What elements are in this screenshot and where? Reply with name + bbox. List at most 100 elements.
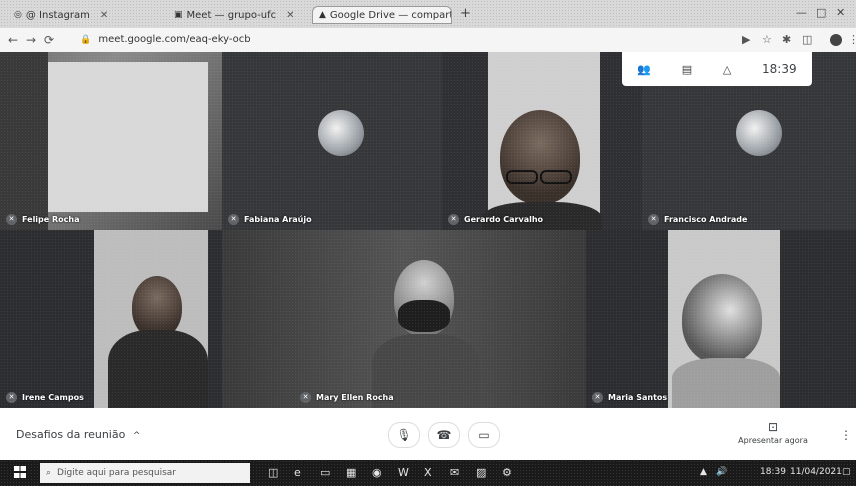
extension-icon-2[interactable]: ◫	[802, 33, 812, 46]
browser-tab-bar: ◎ @ Instagram ✕ ▣ Meet — grupo-ufc ✕ ▲ G…	[0, 0, 856, 28]
activities-icon[interactable]: △	[723, 63, 731, 76]
taskbar-search[interactable]: ⌕ Digite aqui para pesquisar	[40, 463, 250, 483]
notification-icon[interactable]: ▢	[842, 467, 851, 477]
participant-face	[682, 274, 762, 364]
mic-off-icon: ✕	[448, 214, 459, 225]
taskbar-time: 18:39	[760, 467, 786, 477]
drive-icon: ▲	[319, 10, 326, 20]
mic-off-icon: ✕	[648, 214, 659, 225]
profile-avatar[interactable]	[830, 34, 842, 46]
extension-icon[interactable]: ✱	[782, 33, 791, 46]
forward-icon[interactable]: →	[26, 33, 36, 47]
file-explorer-icon[interactable]: ▭	[320, 466, 330, 479]
close-icon[interactable]: ✕	[100, 10, 108, 21]
camera-permission-icon[interactable]: ▶	[742, 33, 750, 46]
address-bar: ← → ⟳ 🔒 meet.google.com/eaq-eky-ocb ▶ ☆ …	[0, 28, 856, 53]
store-icon[interactable]: ▦	[346, 466, 356, 479]
instagram-icon: ◎	[14, 10, 22, 20]
participant-name: Mary Ellen Rocha	[316, 393, 394, 402]
video-feed-shade	[0, 52, 48, 230]
present-now-label: Apresentar agora	[738, 436, 808, 445]
word-icon[interactable]: W	[398, 466, 409, 479]
mail-icon[interactable]: ✉	[450, 466, 459, 479]
search-placeholder: Digite aqui para pesquisar	[57, 468, 176, 478]
browser-tab-1[interactable]: ◎ @ Instagram ✕	[8, 6, 158, 24]
task-view-icon[interactable]: ◫	[268, 466, 278, 479]
participant-face	[132, 276, 182, 338]
present-now-button[interactable]: ⊡ Apresentar agora	[738, 420, 808, 445]
mic-off-icon: ✕	[592, 392, 603, 403]
mic-off-icon: ✕	[300, 392, 311, 403]
volume-icon[interactable]: 🔊	[716, 467, 727, 477]
star-icon[interactable]: ☆	[762, 33, 772, 46]
participant-body	[108, 330, 208, 408]
chat-icon[interactable]: ▤	[682, 63, 692, 76]
network-icon[interactable]: ▲	[700, 467, 707, 477]
meeting-clock: 18:39	[762, 62, 797, 76]
browser-tab-2[interactable]: ▣ Meet — grupo-ufc ✕	[168, 6, 308, 24]
mic-off-icon: ✕	[6, 392, 17, 403]
url-text: meet.google.com/eaq-eky-ocb	[98, 34, 251, 45]
participant-tile[interactable]: ✕ Gerardo Carvalho	[442, 52, 642, 230]
present-screen-icon: ⊡	[767, 420, 779, 434]
windows-start-icon[interactable]	[14, 466, 26, 478]
browser-tab-label: Google Drive — compartilhado	[329, 9, 451, 21]
meeting-stage: ✕ Felipe Rocha ✕ Fabiana Araújo ✕ Gerard…	[0, 52, 856, 408]
participant-avatar	[736, 110, 782, 156]
glasses	[540, 170, 572, 184]
meeting-controls: Desafios da reunião ^ 🎙 ☎ ▭ ⊡ Apresentar…	[0, 408, 856, 461]
mic-icon: 🎙	[396, 428, 412, 442]
meeting-info-panel: 👥 ▤ △ 18:39	[622, 52, 812, 86]
close-icon[interactable]: ✕	[286, 10, 294, 21]
camera-icon: ▭	[478, 428, 490, 442]
participant-tile[interactable]: ✕ Irene Campos	[0, 230, 222, 408]
participant-name: Irene Campos	[22, 393, 84, 402]
whiteboard-image	[48, 62, 208, 212]
face-mask	[398, 300, 450, 332]
participant-tile[interactable]: ✕ Mary Ellen Rocha	[222, 230, 586, 408]
browser-tab-3[interactable]: ▲ Google Drive — compartilhado ✕	[312, 6, 452, 24]
edge-icon[interactable]: e	[294, 466, 301, 479]
chevron-up-icon: ^	[132, 431, 141, 441]
url-field[interactable]: 🔒 meet.google.com/eaq-eky-ocb	[80, 32, 251, 48]
settings-icon[interactable]: ⚙	[502, 466, 512, 479]
mic-off-icon: ✕	[228, 214, 239, 225]
excel-icon[interactable]: X	[424, 466, 432, 479]
camera-button[interactable]: ▭	[468, 422, 500, 448]
leave-call-button[interactable]: ☎	[428, 422, 460, 448]
hang-up-icon: ☎	[436, 428, 452, 442]
new-tab-button[interactable]: +	[460, 6, 471, 21]
participant-name: Francisco Andrade	[664, 215, 748, 224]
glasses	[506, 170, 538, 184]
close-window-icon[interactable]: ✕	[836, 6, 845, 19]
mic-off-icon: ✕	[6, 214, 17, 225]
meeting-details-button[interactable]: Desafios da reunião ^	[16, 428, 140, 441]
mic-button[interactable]: 🎙	[388, 422, 420, 448]
maximize-icon[interactable]: □	[816, 6, 826, 19]
participant-name: Felipe Rocha	[22, 215, 80, 224]
chrome-icon[interactable]: ◉	[372, 466, 382, 479]
participant-tile[interactable]: ✕ Fabiana Araújo	[222, 52, 442, 230]
menu-icon[interactable]: ⋮	[848, 33, 856, 46]
participant-name: Fabiana Araújo	[244, 215, 312, 224]
taskbar-date: 11/04/2021	[790, 467, 842, 477]
search-icon: ⌕	[46, 468, 52, 478]
participant-name: Maria Santos	[608, 393, 668, 402]
back-icon[interactable]: ←	[8, 33, 18, 47]
participant-face	[500, 110, 580, 204]
people-icon[interactable]: 👥	[637, 63, 651, 76]
meeting-title: Desafios da reunião	[16, 428, 126, 441]
participant-name: Gerardo Carvalho	[464, 215, 544, 224]
photos-icon[interactable]: ▨	[476, 466, 486, 479]
participant-tile[interactable]: ✕ Felipe Rocha	[0, 52, 222, 230]
more-options-icon[interactable]: ⋮	[840, 428, 852, 442]
os-taskbar: ⌕ Digite aqui para pesquisar ◫ e ▭ ▦ ◉ W…	[0, 460, 856, 486]
participant-tile[interactable]: ✕ Maria Santos	[586, 230, 856, 408]
lock-icon: 🔒	[80, 35, 92, 45]
browser-tab-label: @ Instagram	[25, 9, 90, 21]
participant-avatar	[318, 110, 364, 156]
minimize-icon[interactable]: —	[796, 6, 807, 19]
browser-tab-label: Meet — grupo-ufc	[186, 9, 277, 21]
reload-icon[interactable]: ⟳	[44, 33, 54, 47]
participant-body	[672, 358, 780, 408]
